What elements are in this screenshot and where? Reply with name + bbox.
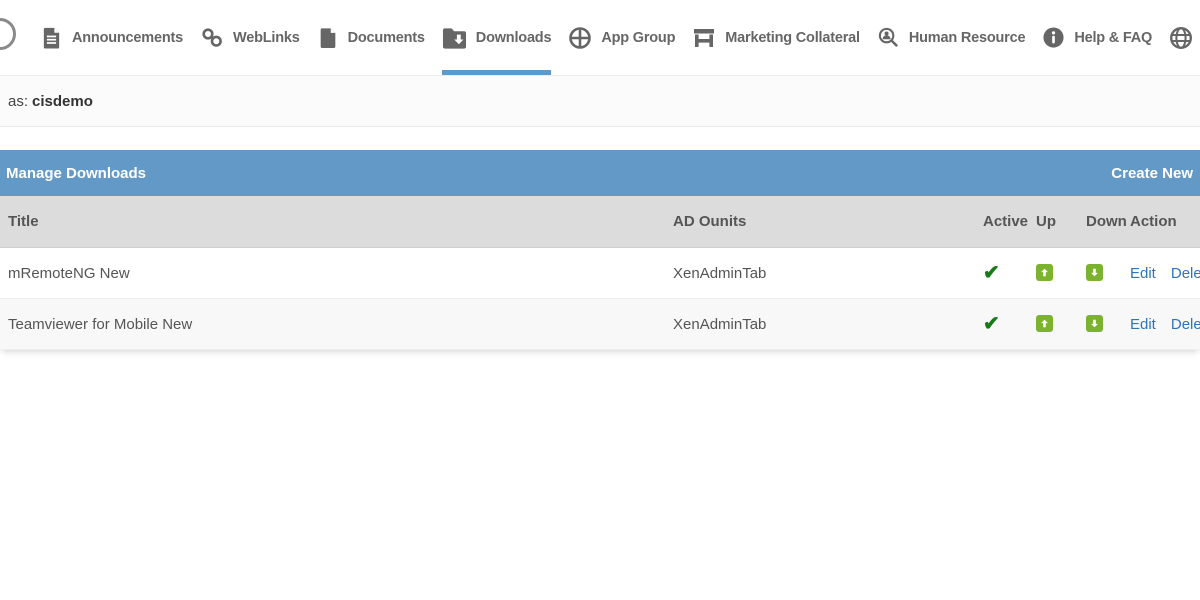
nav-item-about-site[interactable]: About Site bbox=[1169, 0, 1200, 76]
arrow-up-icon bbox=[1039, 318, 1050, 329]
arrow-up-icon bbox=[1039, 267, 1050, 278]
folder-download-icon bbox=[442, 27, 467, 49]
panel-title: Manage Downloads bbox=[6, 165, 146, 182]
row-title: mRemoteNG New bbox=[0, 265, 665, 282]
table-row: Teamviewer for Mobile New XenAdminTab ✔ … bbox=[0, 299, 1200, 350]
column-header-up: Up bbox=[1028, 213, 1078, 230]
row-adounits: XenAdminTab bbox=[665, 316, 975, 333]
column-header-adounits: AD Ounits bbox=[665, 213, 975, 230]
globe-icon bbox=[1169, 26, 1193, 50]
file-icon bbox=[317, 26, 339, 49]
logged-in-prefix: as: bbox=[8, 93, 28, 110]
logged-in-text: as:cisdemo bbox=[0, 93, 93, 110]
nav-label: Help & FAQ bbox=[1074, 30, 1152, 46]
nav-item-help-faq[interactable]: Help & FAQ bbox=[1042, 0, 1152, 76]
column-header-action: Action bbox=[1122, 213, 1200, 230]
edit-link[interactable]: Edit bbox=[1130, 265, 1156, 282]
arrow-down-icon bbox=[1089, 267, 1100, 278]
move-up-button[interactable] bbox=[1036, 315, 1053, 332]
info-icon bbox=[1042, 26, 1065, 49]
nav-item-documents[interactable]: Documents bbox=[317, 0, 425, 76]
nav-label: App Group bbox=[601, 30, 675, 46]
nav-item-marketing-collateral[interactable]: Marketing Collateral bbox=[692, 0, 860, 76]
storefront-icon bbox=[692, 27, 716, 49]
clipped-logo-icon bbox=[0, 18, 16, 50]
spacer bbox=[0, 127, 1200, 150]
move-down-button[interactable] bbox=[1086, 264, 1103, 281]
top-navigation: Announcements WebLinks Documents Downloa… bbox=[0, 0, 1200, 76]
panel-header-bar: Manage Downloads Create New bbox=[0, 150, 1200, 196]
circle-grid-icon bbox=[568, 26, 592, 50]
manage-downloads-panel: Manage Downloads Create New Title AD Oun… bbox=[0, 150, 1200, 350]
edit-link[interactable]: Edit bbox=[1130, 316, 1156, 333]
active-check-icon[interactable]: ✔ bbox=[983, 262, 1000, 284]
logged-in-bar: n as:cisdemo bbox=[0, 76, 1200, 127]
create-new-button[interactable]: Create New bbox=[1111, 165, 1193, 182]
nav-item-app-group[interactable]: App Group bbox=[568, 0, 675, 76]
nav-item-downloads[interactable]: Downloads bbox=[442, 0, 552, 76]
logged-in-username: cisdemo bbox=[32, 93, 93, 110]
active-check-icon[interactable]: ✔ bbox=[983, 313, 1000, 335]
move-up-button[interactable] bbox=[1036, 264, 1053, 281]
delete-link[interactable]: Delete bbox=[1171, 265, 1200, 282]
nav-label: Announcements bbox=[72, 30, 183, 46]
nav-item-human-resource[interactable]: Human Resource bbox=[877, 0, 1025, 76]
row-adounits: XenAdminTab bbox=[665, 265, 975, 282]
nav-item-announcements[interactable]: Announcements bbox=[40, 0, 183, 76]
column-header-title: Title bbox=[0, 213, 665, 230]
chain-link-icon bbox=[200, 26, 224, 50]
table-row: mRemoteNG New XenAdminTab ✔ Edit Delete bbox=[0, 248, 1200, 299]
row-title: Teamviewer for Mobile New bbox=[0, 316, 665, 333]
person-search-icon bbox=[877, 26, 900, 49]
nav-label: Documents bbox=[348, 30, 425, 46]
move-down-button[interactable] bbox=[1086, 315, 1103, 332]
nav-label: Downloads bbox=[476, 30, 552, 46]
delete-link[interactable]: Delete bbox=[1171, 316, 1200, 333]
nav-label: WebLinks bbox=[233, 30, 300, 46]
table-header-row: Title AD Ounits Active Up Down Action bbox=[0, 196, 1200, 248]
column-header-active: Active bbox=[975, 213, 1028, 230]
nav-label: Marketing Collateral bbox=[725, 30, 860, 46]
announcements-doc-icon bbox=[40, 26, 63, 49]
arrow-down-icon bbox=[1089, 318, 1100, 329]
column-header-down: Down bbox=[1078, 213, 1122, 230]
nav-item-weblinks[interactable]: WebLinks bbox=[200, 0, 300, 76]
nav-label: Human Resource bbox=[909, 30, 1025, 46]
